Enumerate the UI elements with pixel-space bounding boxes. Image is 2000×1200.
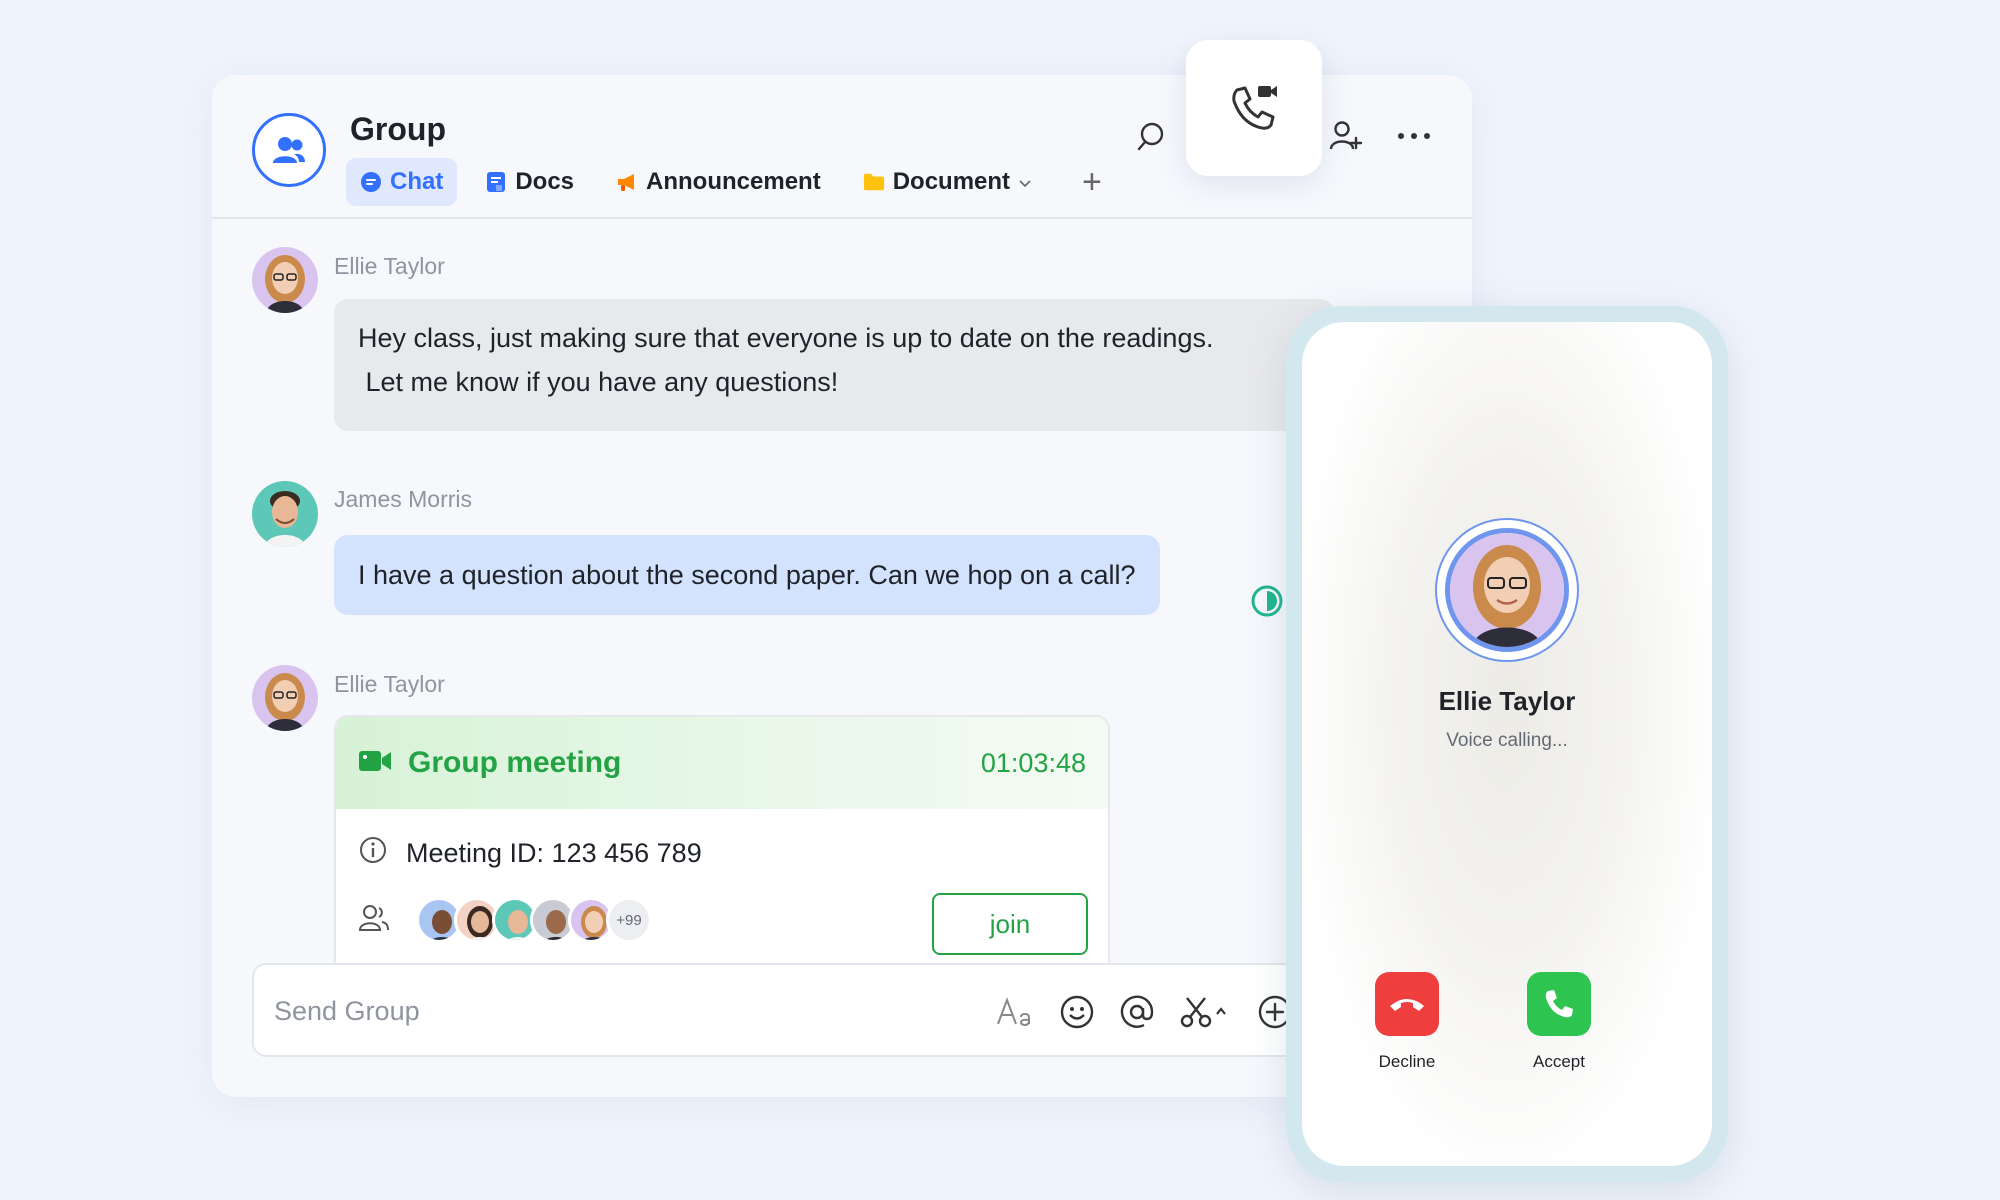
read-receipt-icon [1250, 584, 1284, 618]
tab-announcement[interactable]: Announcement [602, 158, 835, 206]
more-participants-badge[interactable]: +99 [606, 897, 652, 943]
megaphone-icon [616, 171, 638, 193]
docs-icon [485, 171, 507, 193]
add-member-icon[interactable] [1324, 114, 1368, 158]
message-text-line: Let me know if you have any questions! [358, 367, 839, 397]
group-people-icon [273, 137, 305, 163]
message-bubble: I have a question about the second paper… [334, 535, 1160, 615]
screenshot-scissors-icon[interactable] [1178, 989, 1238, 1035]
chat-window: Group Chat Docs Announcement Document + … [212, 75, 1472, 1097]
mention-icon[interactable] [1114, 989, 1160, 1035]
caller-avatar [1445, 528, 1569, 652]
decline-label: Decline [1378, 1052, 1436, 1071]
meeting-duration: 01:03:48 [980, 747, 1086, 778]
decline-call-button[interactable]: Decline [1352, 972, 1462, 1072]
meeting-title: Group meeting [408, 746, 622, 779]
search-icon[interactable] [1130, 114, 1174, 158]
chat-bubble-icon [360, 171, 382, 193]
caller-name: Ellie Taylor [1438, 686, 1576, 716]
accept-call-button[interactable]: Accept [1504, 972, 1614, 1072]
tab-docs[interactable]: Docs [471, 158, 588, 206]
meeting-header: Group meeting 01:03:48 [336, 717, 1108, 809]
decline-call-icon-tile [1375, 972, 1439, 1036]
participants-icon [358, 904, 390, 937]
add-tab-button[interactable]: + [1060, 158, 1124, 206]
caller-avatar-ring [1435, 518, 1579, 662]
phone-icon [1545, 990, 1573, 1018]
incoming-call-phone: Ellie Taylor Voice calling... Decline Ac… [1286, 306, 1728, 1182]
message-input[interactable] [274, 985, 934, 1037]
phone-screen: Ellie Taylor Voice calling... Decline Ac… [1302, 322, 1712, 1166]
meeting-id: Meeting ID: 123 456 789 [406, 838, 702, 868]
text-format-icon[interactable] [992, 989, 1038, 1035]
accept-call-icon-tile [1527, 972, 1591, 1036]
avatar[interactable] [252, 665, 318, 731]
message-sender: James Morris [334, 486, 473, 512]
tab-document-label: Document [892, 168, 1011, 195]
message-sender: Ellie Taylor [334, 253, 445, 279]
video-camera-icon [358, 748, 392, 779]
more-options-icon[interactable] [1392, 114, 1436, 158]
tab-chat[interactable]: Chat [346, 158, 458, 206]
emoji-icon[interactable] [1054, 989, 1100, 1035]
tab-chat-label: Chat [390, 168, 444, 195]
accept-label: Accept [1533, 1052, 1585, 1071]
tab-docs-label: Docs [515, 168, 575, 195]
voice-video-call-button[interactable] [1186, 40, 1322, 176]
message-composer [252, 963, 1432, 1057]
tab-bar: Chat Docs Announcement Document + [346, 158, 1124, 206]
hang-up-icon [1390, 999, 1424, 1011]
message-text-line: Hey class, just making sure that everyon… [358, 323, 1214, 353]
avatar[interactable] [252, 247, 318, 313]
tab-document[interactable]: Document [849, 158, 1046, 206]
group-avatar[interactable] [252, 113, 326, 187]
group-title: Group [350, 111, 446, 147]
chevron-down-icon [1018, 168, 1032, 196]
participant-list[interactable]: +99 [358, 897, 652, 943]
info-icon [358, 835, 388, 872]
avatar[interactable] [252, 481, 318, 547]
meeting-id-row: Meeting ID: 123 456 789 [358, 835, 702, 872]
meeting-card[interactable]: Group meeting 01:03:48 Meeting ID: 123 4… [334, 715, 1110, 975]
tab-announcement-label: Announcement [646, 168, 821, 195]
message-sender: Ellie Taylor [334, 671, 445, 697]
phone-video-icon [1232, 86, 1277, 130]
call-status: Voice calling... [1446, 730, 1568, 751]
message-bubble: Hey class, just making sure that everyon… [334, 299, 1334, 431]
join-button[interactable]: join [932, 893, 1088, 955]
folder-icon [863, 171, 885, 193]
